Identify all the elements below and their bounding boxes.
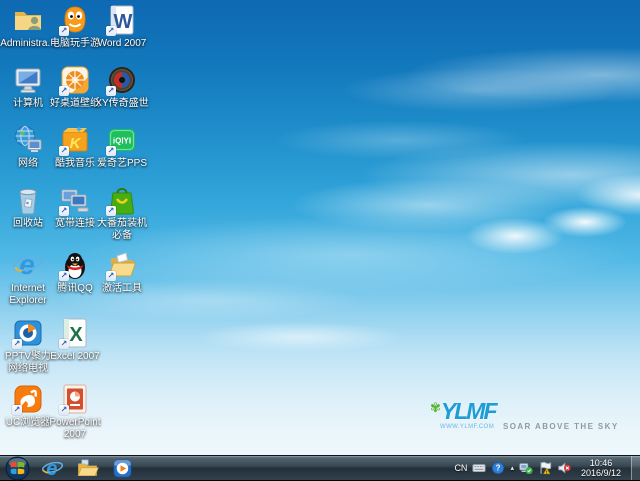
network-status-icon[interactable] (519, 461, 533, 475)
svg-text:e: e (46, 457, 57, 479)
desktop-icon-internet-explorer[interactable]: e Internet Explorer (5, 249, 51, 307)
green-bag-icon (106, 184, 138, 216)
computer-monitor-icon (12, 64, 44, 96)
pptv-icon (12, 317, 44, 349)
icon-label: Excel 2007 (46, 351, 104, 363)
open-folder-icon (106, 249, 138, 281)
taskbar-clock[interactable]: 10:46 2016/9/12 (576, 458, 626, 478)
clock-time: 10:46 (581, 458, 621, 468)
brand-tagline: SOAR ABOVE THE SKY (503, 422, 619, 431)
desktop-icon-powerpoint-2007[interactable]: PowerPoint 2007 (52, 383, 98, 441)
kuwo-music-box-icon: K (59, 124, 91, 156)
folder-user-icon (12, 4, 44, 36)
qq-penguin-icon (59, 249, 91, 281)
media-player-icon (111, 457, 134, 480)
svg-text:K: K (70, 135, 82, 152)
desktop-icon-xy-legend-game[interactable]: XY传奇盛世 (99, 64, 145, 110)
icon-label: 激活工具 (93, 283, 151, 295)
desktop-icon-administrator-folder[interactable]: Administra... (5, 4, 51, 50)
svg-text:?: ? (496, 464, 501, 473)
desktop-icon-tencent-qq[interactable]: 腾讯QQ (52, 249, 98, 295)
taskbar-windows-explorer[interactable] (74, 456, 100, 481)
svg-text:e: e (19, 249, 35, 280)
word-document-icon: W (106, 4, 138, 36)
taskbar-internet-explorer[interactable]: e (39, 456, 65, 481)
brand-text: YLMF (441, 398, 496, 424)
show-hidden-icons-button[interactable]: ▴ (510, 464, 514, 472)
recycle-bin-icon (12, 184, 44, 216)
taskbar-media-player[interactable] (109, 456, 135, 481)
svg-text:W: W (114, 11, 133, 33)
desktop-icon-uc-browser[interactable]: UC浏览器 (5, 383, 51, 429)
action-center-flag-icon[interactable]: ! (538, 461, 552, 475)
svg-text:iQIYI: iQIYI (113, 137, 131, 146)
windows-orb-icon (5, 456, 30, 481)
desktop-icon-word-2007[interactable]: W Word 2007 (99, 4, 145, 50)
desktop-icon-pptv[interactable]: PPTV聚力 网络电视 (5, 317, 51, 375)
powerpoint-document-icon (59, 383, 91, 415)
uc-browser-squirrel-icon (12, 383, 44, 415)
desktop-icon-recycle-bin[interactable]: 回收站 (5, 184, 51, 230)
desktop-icon-network[interactable]: 网络 (5, 124, 51, 170)
broadband-monitors-icon (59, 184, 91, 216)
desktop-icon-broadband-connection[interactable]: 宽带连接 (52, 184, 98, 230)
volume-muted-icon[interactable] (557, 461, 571, 475)
folder-icon (76, 457, 99, 480)
icon-label: XY传奇盛世 (93, 98, 151, 110)
taskbar: e CN ? ▴ ! 10:46 2016/9/12 (0, 455, 640, 480)
show-desktop-button[interactable] (631, 456, 640, 480)
language-indicator[interactable]: CN (454, 463, 467, 473)
icon-label: 大番茄装机必备 (93, 218, 151, 242)
svg-text:X: X (69, 324, 83, 346)
excel-document-icon: X (59, 317, 91, 349)
icon-label: Word 2007 (93, 38, 151, 50)
monster-game-icon (59, 4, 91, 36)
desktop-icon-tomato-essentials[interactable]: 大番茄装机必备 (99, 184, 145, 242)
keyboard-layout-icon[interactable] (472, 461, 486, 475)
language-help-icon[interactable]: ? (491, 461, 505, 475)
xy-game-orb-icon (106, 64, 138, 96)
network-globe-icon (12, 124, 44, 156)
internet-explorer-icon: e (12, 249, 44, 281)
start-button[interactable] (5, 456, 30, 481)
leaf-icon: ✾ (430, 400, 441, 415)
desktop-icon-activation-tool[interactable]: 激活工具 (99, 249, 145, 295)
iqiyi-icon: iQIYI (106, 124, 138, 156)
desktop-icon-computer[interactable]: 计算机 (5, 64, 51, 110)
desktop-icon-haozhuodao-wallpaper[interactable]: 好桌道壁纸 (52, 64, 98, 110)
desktop-icon-kuwo-music[interactable]: K 酷我音乐 (52, 124, 98, 170)
icon-label: PowerPoint 2007 (46, 417, 104, 441)
internet-explorer-icon: e (41, 457, 64, 480)
desktop-icon-excel-2007[interactable]: X Excel 2007 (52, 317, 98, 363)
clock-date: 2016/9/12 (581, 468, 621, 478)
desktop: Administra... 电脑玩手游 W Word 2007 计算机 好桌道壁… (0, 0, 640, 455)
system-tray: CN ? ▴ ! 10:46 2016/9/12 (454, 456, 640, 480)
ylmf-watermark: ✾YLMF WWW.YLMF.COM SOAR ABOVE THE SKY (430, 400, 635, 440)
wallpaper-flower-icon (59, 64, 91, 96)
desktop-icon-game-monster[interactable]: 电脑玩手游 (52, 4, 98, 50)
desktop-icon-iqiyi-pps[interactable]: iQIYI 爱奇艺PPS (99, 124, 145, 170)
icon-label: 爱奇艺PPS (93, 158, 151, 170)
